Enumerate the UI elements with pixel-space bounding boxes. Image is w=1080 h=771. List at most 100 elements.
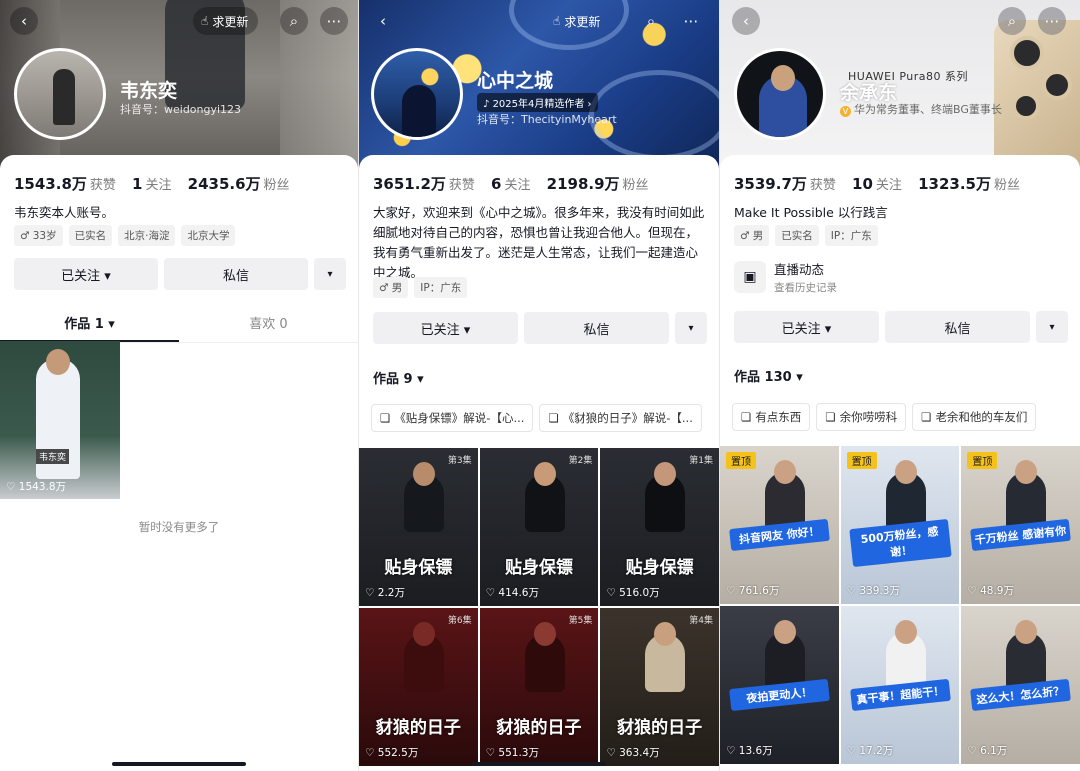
video-likes: ♡ 1543.8万 — [6, 481, 67, 493]
home-indicator[interactable] — [472, 762, 606, 766]
collection-chip[interactable]: ❏ 《豺狼的日子》解说-【... — [539, 404, 702, 432]
fans-count[interactable]: 2198.9万 — [547, 175, 620, 193]
profile-header: ‹ ⌕ ⋯ HUAWEI Pura80 系列 余承东 V 华为常务董事、终端BG董… — [720, 0, 1080, 172]
video-thumbnail[interactable]: 真干事！超能干！ ♡ 17.2万 — [840, 606, 960, 764]
tv-icon: ▣ — [734, 261, 766, 293]
avatar[interactable] — [14, 48, 106, 140]
stats-row: 3539.7万 获赞 10 关注 1323.5万 粉丝 — [734, 175, 1020, 193]
likes-count: 3539.7万 — [734, 175, 807, 193]
tag-school[interactable]: 北京大学 — [181, 225, 236, 246]
video-thumbnail[interactable]: 第3集 贴身保镖 ♡ 2.2万 — [359, 448, 478, 606]
tag-verified: 已实名 — [68, 225, 113, 246]
fans-count[interactable]: 1323.5万 — [918, 175, 991, 193]
avatar[interactable] — [371, 48, 463, 140]
home-indicator[interactable] — [112, 762, 246, 766]
pinned-badge: 置顶 — [726, 452, 756, 469]
video-likes: ♡ 17.2万 — [846, 745, 894, 757]
video-thumbnail[interactable]: 第1集 贴身保镖 ♡ 516.0万 — [600, 448, 719, 606]
request-update-button[interactable]: ☝ 求更新 — [193, 7, 259, 35]
video-likes: ♡ 516.0万 — [606, 587, 660, 599]
content-tabs: 作品 1 ▾ 喜欢 0 — [0, 313, 358, 343]
stats-row: 3651.2万 获赞 6 关注 2198.9万 粉丝 — [373, 175, 649, 193]
profile-name: 韦东奕 — [120, 80, 178, 102]
featured-author-badge[interactable]: ♪ 2025年4月精选作者 › — [477, 93, 598, 112]
following-count[interactable]: 10 — [852, 175, 873, 193]
video-likes: ♡ 48.9万 — [967, 585, 1014, 597]
action-row: 已关注 ▾ 私信 ▾ — [734, 311, 1068, 343]
hand-point-icon: ☝ — [201, 14, 209, 28]
tag-row: ♂ 33岁 已实名 北京·海淀 北京大学 — [14, 225, 236, 246]
video-thumbnail[interactable]: 置顶 500万粉丝，感谢！ ♡ 339.3万 — [840, 446, 960, 604]
douyin-id[interactable]: 抖音号：weidongyi123 — [120, 101, 241, 117]
collection-chip[interactable]: ❏ 有点东西 — [732, 403, 811, 431]
followed-button[interactable]: 已关注 ▾ — [14, 258, 158, 290]
video-thumbnail[interactable]: 置顶 抖音网友 你好！ ♡ 761.6万 — [720, 446, 839, 604]
tag-row: ♂ 男 IP：广东 — [373, 277, 468, 298]
followed-button[interactable]: 已关注 ▾ — [734, 311, 879, 343]
verified-icon: V — [840, 106, 851, 117]
video-thumbnail[interactable]: 第2集 贴身保镖 ♡ 414.6万 — [479, 448, 599, 606]
video-likes: ♡ 552.5万 — [365, 747, 419, 759]
search-icon[interactable]: ⌕ — [637, 7, 665, 35]
search-icon[interactable]: ⌕ — [280, 7, 308, 35]
message-button[interactable]: 私信 — [524, 312, 669, 344]
bio: 韦东奕本人账号。 — [14, 205, 115, 220]
back-icon[interactable]: ‹ — [732, 7, 760, 35]
layers-icon: ❏ — [825, 410, 836, 424]
collection-chip[interactable]: ❏ 余你唠唠科 — [816, 403, 907, 431]
followed-button[interactable]: 已关注 ▾ — [373, 312, 518, 344]
video-likes: ♡ 13.6万 — [726, 745, 773, 757]
more-actions-button[interactable]: ▾ — [675, 312, 707, 344]
video-likes: ♡ 363.4万 — [606, 747, 660, 759]
collection-chips: ❏ 《贴身保镖》解说-【心... ❏ 《豺狼的日子》解说-【... — [371, 404, 715, 432]
video-thumbnail[interactable]: 这么大！怎么折？ ♡ 6.1万 — [961, 606, 1080, 764]
video-likes: ♡ 339.3万 — [846, 585, 900, 597]
profile-panel-cityinmyheart: ‹ ☝ 求更新 ⌕ ⋯ 心中之城 ♪ 2025年4月精选作者 › 抖音号：The… — [359, 0, 719, 771]
works-dropdown[interactable]: 作品 9 ▾ — [373, 368, 424, 387]
more-actions-button[interactable]: ▾ — [314, 258, 346, 290]
collection-chip[interactable]: ❏ 老余和他的车友们 — [912, 403, 1037, 431]
action-row: 已关注 ▾ 私信 ▾ — [14, 258, 346, 290]
search-icon[interactable]: ⌕ — [998, 7, 1026, 35]
douyin-id[interactable]: 抖音号：ThecityinMyheart — [477, 111, 617, 127]
avatar[interactable] — [734, 48, 826, 140]
more-icon[interactable]: ⋯ — [1038, 7, 1066, 35]
request-update-button[interactable]: ☝ 求更新 — [545, 7, 610, 35]
tag-ip: IP：广东 — [824, 225, 878, 246]
layers-icon: ❏ — [741, 410, 752, 424]
tag-location[interactable]: 北京·海淀 — [118, 225, 176, 246]
more-icon[interactable]: ⋯ — [677, 7, 705, 35]
layers-icon: ❏ — [380, 411, 391, 425]
live-history-entry[interactable]: ▣ 直播动态 查看历史记录 — [734, 259, 837, 295]
more-icon[interactable]: ⋯ — [320, 7, 348, 35]
following-count[interactable]: 6 — [491, 175, 501, 193]
video-thumbnail[interactable]: 第4集 豺狼的日子 ♡ 363.4万 — [600, 608, 719, 766]
collection-chip[interactable]: ❏ 《贴身保镖》解说-【心... — [371, 404, 534, 432]
profile-header: ‹ ☝ 求更新 ⌕ ⋯ 韦东奕 抖音号：weidongyi123 — [0, 0, 358, 172]
works-dropdown[interactable]: 作品 130 ▾ — [734, 366, 803, 385]
tab-likes[interactable]: 喜欢 0 — [179, 313, 358, 342]
likes-count: 1543.8万 — [14, 175, 87, 193]
back-icon[interactable]: ‹ — [369, 7, 397, 35]
message-button[interactable]: 私信 — [885, 311, 1030, 343]
douyin-logo-icon: ♪ — [483, 99, 493, 110]
message-button[interactable]: 私信 — [164, 258, 308, 290]
video-thumbnail[interactable]: 置顶 千万粉丝 感谢有你 ♡ 48.9万 — [961, 446, 1080, 604]
verification-label: V 华为常务董事、终端BG董事长 — [840, 101, 1002, 117]
more-actions-button[interactable]: ▾ — [1036, 311, 1068, 343]
fans-count[interactable]: 2435.6万 — [188, 175, 261, 193]
back-icon[interactable]: ‹ — [10, 7, 38, 35]
video-thumbnail[interactable]: 第6集 豺狼的日子 ♡ 552.5万 — [359, 608, 478, 766]
profile-name: 心中之城 — [477, 70, 554, 92]
video-thumbnail[interactable]: 第5集 豺狼的日子 ♡ 551.3万 — [479, 608, 599, 766]
video-thumbnail[interactable]: 夜拍更动人！ ♡ 13.6万 — [720, 606, 839, 764]
video-likes: ♡ 6.1万 — [967, 745, 1008, 757]
tab-works[interactable]: 作品 1 ▾ — [0, 313, 179, 342]
following-count[interactable]: 1 — [132, 175, 142, 193]
hand-point-icon: ☝ — [553, 14, 561, 28]
tag-gender: ♂ 男 — [734, 225, 770, 246]
video-thumbnail[interactable]: 韦东奕 ♡ 1543.8万 — [0, 341, 120, 499]
video-likes: ♡ 551.3万 — [485, 747, 539, 759]
profile-panel-weidongyi: ‹ ☝ 求更新 ⌕ ⋯ 韦东奕 抖音号：weidongyi123 1543.8万… — [0, 0, 358, 771]
likes-count: 3651.2万 — [373, 175, 446, 193]
